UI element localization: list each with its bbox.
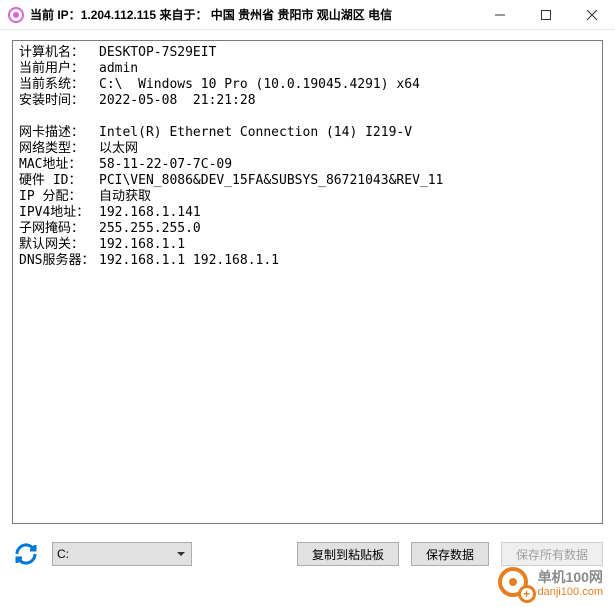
subnet-label: 子网掩码： [19,221,99,237]
hwid-value: PCI\VEN_8086&DEV_15FA&SUBSYS_86721043&RE… [99,173,443,189]
ipv4-label: IPV4地址： [19,205,99,221]
current-user-label: 当前用户： [19,61,99,77]
watermark: + 单机100网 danji100.com [498,567,603,601]
current-user-value: admin [99,61,138,77]
dns-label: DNS服务器： [19,253,99,269]
dns-value: 192.168.1.1 192.168.1.1 [99,253,279,269]
gateway-label: 默认网关： [19,237,99,253]
save-all-button: 保存所有数据 [501,542,603,566]
hwid-label: 硬件 ID： [19,173,99,189]
title-location: 中国 贵州省 贵阳市 观山湖区 电信 [211,8,392,22]
app-icon [8,7,24,23]
watermark-line2: danji100.com [538,586,603,598]
content-area: 计算机名：DESKTOP-7S29EIT当前用户：admin当前系统：C:\ W… [0,30,615,532]
net-type-label: 网络类型： [19,141,99,157]
os-value: C:\ Windows 10 Pro (10.0.19045.4291) x64 [99,77,420,93]
ipv4-value: 192.168.1.141 [99,205,201,221]
save-button[interactable]: 保存数据 [411,542,489,566]
drive-select[interactable]: C: [52,542,192,566]
nic-desc-value: Intel(R) Ethernet Connection (14) I219-V [99,125,412,141]
title-ip: 1.204.112.115 [81,8,156,22]
bottom-toolbar: C: 复制到粘贴板 保存数据 保存所有数据 [0,532,615,568]
install-time-label: 安装时间： [19,93,99,109]
title-from-label: 来自于： [156,8,211,22]
net-type-value: 以太网 [99,141,138,157]
computer-name-label: 计算机名： [19,45,99,61]
os-label: 当前系统： [19,77,99,93]
computer-name-value: DESKTOP-7S29EIT [99,45,216,61]
watermark-text: 单机100网 danji100.com [538,570,603,597]
gateway-value: 192.168.1.1 [99,237,185,253]
drive-select-value: C: [57,547,69,561]
window-title: 当前 IP：1.204.112.115 来自于： 中国 贵州省 贵阳市 观山湖区… [30,6,392,23]
install-time-value: 2022-05-08 21:21:28 [99,93,256,109]
subnet-value: 255.255.255.0 [99,221,201,237]
title-ip-prefix: 当前 IP： [30,8,81,22]
maximize-button[interactable] [523,0,569,30]
info-textbox[interactable]: 计算机名：DESKTOP-7S29EIT当前用户：admin当前系统：C:\ W… [12,40,603,524]
ip-assign-label: IP 分配： [19,189,99,205]
ip-assign-value: 自动获取 [99,189,151,205]
minimize-button[interactable] [477,0,523,30]
close-button[interactable] [569,0,615,30]
watermark-icon: + [498,567,532,601]
watermark-line1: 单机100网 [538,570,603,585]
nic-desc-label: 网卡描述： [19,125,99,141]
copy-button[interactable]: 复制到粘贴板 [297,542,399,566]
mac-label: MAC地址： [19,157,99,173]
mac-value: 58-11-22-07-7C-09 [99,157,232,173]
titlebar: 当前 IP：1.204.112.115 来自于： 中国 贵州省 贵阳市 观山湖区… [0,0,615,30]
refresh-button[interactable] [12,540,40,568]
window-controls [477,0,615,30]
